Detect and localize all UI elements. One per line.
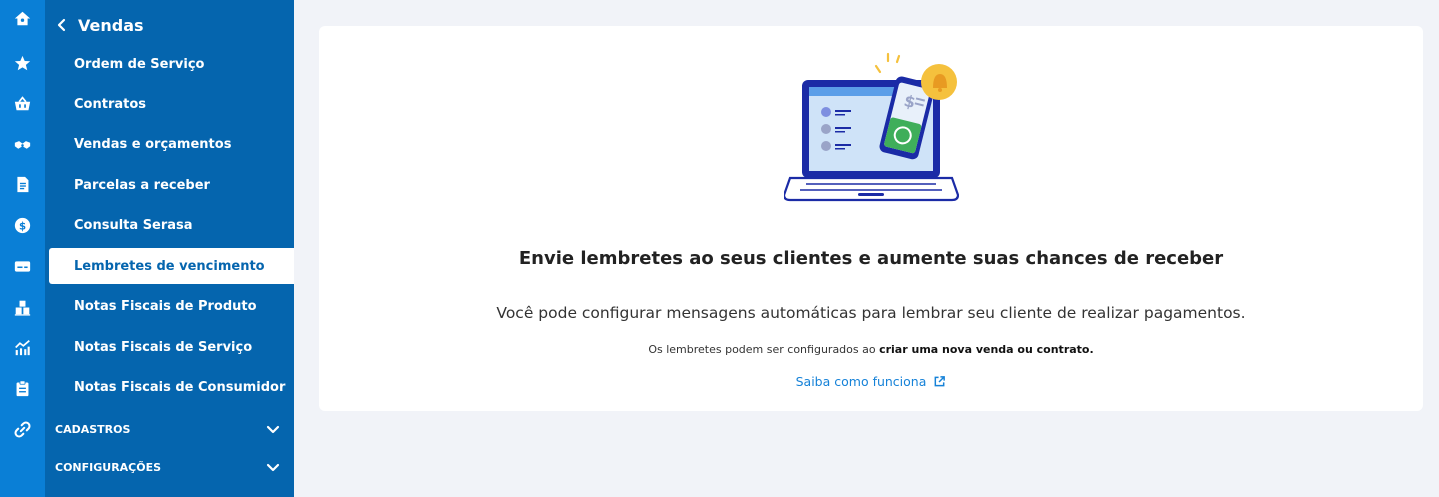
- menu-item-label: Lembretes de vencimento: [74, 258, 265, 274]
- section-configuracoes[interactable]: CONFIGURAÇÕES: [55, 452, 280, 482]
- menu-item-lembretes-de-vencimento[interactable]: Lembretes de vencimento: [49, 248, 294, 284]
- sales-submenu: Vendas Ordem de Serviço Contratos Vendas…: [45, 0, 294, 497]
- menu-item-vendas-e-orcamentos[interactable]: Vendas e orçamentos: [49, 126, 294, 162]
- menu-item-label: Notas Fiscais de Consumidor: [74, 379, 286, 395]
- handshake-icon[interactable]: [12, 134, 32, 154]
- card-icon[interactable]: [12, 256, 32, 276]
- boxes-icon[interactable]: [12, 297, 32, 317]
- empty-state-note: Os lembretes podem ser configurados ao c…: [319, 343, 1423, 356]
- star-icon[interactable]: [12, 53, 32, 73]
- section-label: CADASTROS: [55, 422, 131, 436]
- reminders-empty-state-card: $ Envie lembretes ao seus clientes e aum…: [319, 26, 1423, 411]
- menu-item-label: Consulta Serasa: [74, 217, 193, 233]
- chart-icon[interactable]: [12, 337, 32, 357]
- menu-item-label: Notas Fiscais de Serviço: [74, 339, 253, 355]
- basket-icon[interactable]: [12, 93, 32, 113]
- external-link-icon: [934, 376, 946, 387]
- menu-item-label: Parcelas a receber: [74, 177, 210, 193]
- menu-item-label: Ordem de Serviço: [74, 56, 205, 72]
- menu-item-contratos[interactable]: Contratos: [49, 86, 294, 122]
- empty-state-description: Você pode configurar mensagens automátic…: [496, 304, 1246, 322]
- learn-how-it-works-link[interactable]: Saiba como funciona: [319, 374, 1423, 389]
- menu-item-label: Contratos: [74, 96, 147, 112]
- chevron-left-icon: [57, 18, 66, 32]
- home-icon[interactable]: [12, 8, 32, 28]
- menu-title: Vendas: [78, 15, 144, 35]
- section-label: CONFIGURAÇÕES: [55, 460, 162, 474]
- note-emphasis: criar uma nova venda ou contrato.: [879, 343, 1094, 356]
- document-icon[interactable]: [12, 174, 32, 194]
- note-prefix: Os lembretes podem ser configurados ao: [648, 343, 880, 356]
- chevron-down-icon: [266, 463, 280, 472]
- menu-item-ordem-de-servico[interactable]: Ordem de Serviço: [49, 46, 294, 82]
- menu-item-label: Vendas e orçamentos: [74, 136, 232, 152]
- dollar-icon[interactable]: $: [12, 215, 32, 235]
- laptop-phone-reminder-illustration: $: [784, 52, 959, 202]
- icon-rail: $: [0, 0, 45, 497]
- menu-item-consulta-serasa[interactable]: Consulta Serasa: [49, 207, 294, 243]
- menu-item-nf-produto[interactable]: Notas Fiscais de Produto: [49, 288, 294, 324]
- menu-item-nf-consumidor[interactable]: Notas Fiscais de Consumidor: [49, 369, 294, 405]
- link-icon[interactable]: [12, 419, 32, 439]
- clipboard-icon[interactable]: [12, 378, 32, 398]
- chevron-down-icon: [266, 425, 280, 434]
- back-to-menu-button[interactable]: Vendas: [55, 10, 144, 40]
- menu-item-label: Notas Fiscais de Produto: [74, 298, 257, 314]
- svg-text:$: $: [18, 221, 25, 232]
- link-label: Saiba como funciona: [795, 374, 927, 389]
- menu-item-parcelas-a-receber[interactable]: Parcelas a receber: [49, 167, 294, 203]
- empty-state-title: Envie lembretes ao seus clientes e aumen…: [518, 248, 1224, 269]
- section-cadastros[interactable]: CADASTROS: [55, 414, 280, 444]
- menu-item-nf-servico[interactable]: Notas Fiscais de Serviço: [49, 329, 294, 365]
